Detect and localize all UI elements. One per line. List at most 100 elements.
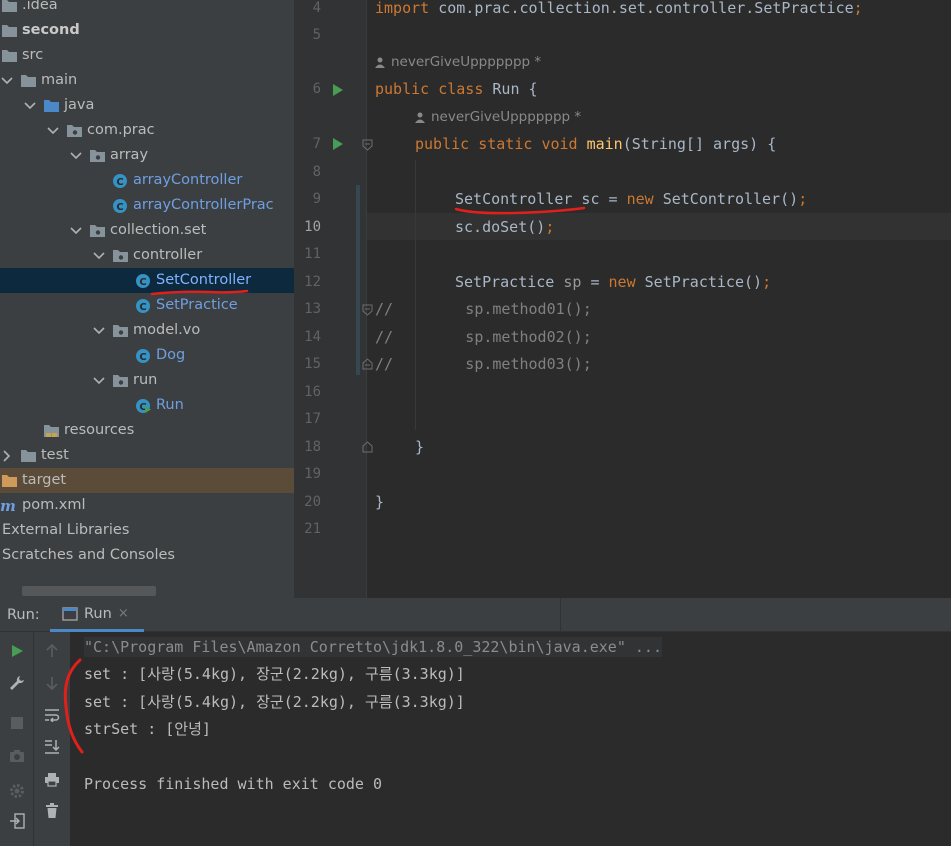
code-editor[interactable]: 4 5 6 7 8 9 10 11 12 13 14 15 16 17 18 19 20 21 import co… [294,0,951,598]
line-number[interactable]: 15 [294,354,321,374]
code-line-14[interactable]: // sp.method02(); [375,327,592,347]
gear-button[interactable] [6,780,28,802]
indent-guide [415,160,416,430]
run-class-icon[interactable] [332,83,344,97]
console-line[interactable]: set : [사랑(5.4kg), 장군(2.2kg), 구름(3.3kg)] [84,692,465,712]
tree-item-dog[interactable]: C Dog [0,343,294,368]
console-line[interactable]: Process finished with exit code 0 [84,774,382,794]
tree-item-collection-set[interactable]: collection.set [0,218,294,243]
author-hint[interactable]: neverGiveUppppppp * [375,53,541,71]
tree-item-label: External Libraries [2,522,130,538]
svg-text:C: C [116,202,123,213]
chevron-down-icon[interactable] [0,74,14,88]
author-hint[interactable]: neverGiveUppppppp * [415,108,581,126]
tree-item-main[interactable]: main [0,68,294,93]
line-number[interactable]: 12 [294,272,321,292]
line-number[interactable]: 13 [294,299,321,319]
tree-item-arraycontrollerprac[interactable]: CarrayControllerPrac [0,193,294,218]
fold-icon[interactable] [362,358,373,370]
line-number[interactable]: 4 [294,0,321,18]
tab-run[interactable]: Run × [50,598,144,632]
tree-item--idea[interactable]: .idea [0,0,294,18]
code-line-6[interactable]: public class Run { [375,79,538,99]
chevron-down-icon[interactable] [92,324,106,338]
tree-item-run[interactable]: run [0,368,294,393]
project-tree[interactable]: .idea second src main java com.prac array Carra… [0,0,294,598]
tree-item-java[interactable]: java [0,93,294,118]
close-icon[interactable]: × [118,606,129,621]
tree-item-test[interactable]: test [0,443,294,468]
line-number[interactable]: 10 [294,217,321,237]
stop-button[interactable] [6,712,28,734]
chevron-down-icon[interactable] [69,149,83,163]
line-number[interactable]: 11 [294,244,321,264]
exit-button[interactable] [6,810,28,832]
fold-icon[interactable] [362,441,373,453]
folder-icon [0,48,18,64]
tree-item-label: com.prac [87,122,155,138]
tree-item-label: main [41,72,78,88]
console-line[interactable]: set : [사랑(5.4kg), 장군(2.2kg), 구름(3.3kg)] [84,664,465,684]
chevron-down-icon[interactable] [69,224,83,238]
print-button[interactable] [41,768,63,790]
settings-button[interactable] [6,672,28,694]
line-number[interactable]: 5 [294,25,321,45]
exit-icon [10,813,25,829]
dump-threads-button[interactable] [6,745,28,767]
rerun-button[interactable] [6,640,28,662]
clear-all-button[interactable] [41,800,63,822]
chevron-down-icon[interactable] [46,124,60,138]
tree-item-pom-xml[interactable]: m pom.xml [0,493,294,518]
line-number[interactable]: 9 [294,189,321,209]
tree-item-array[interactable]: array [0,143,294,168]
line-number[interactable]: 18 [294,437,321,457]
chevron-down-icon[interactable] [92,374,106,388]
line-number[interactable]: 14 [294,327,321,347]
svg-text:C: C [116,177,123,188]
tree-item-com-prac[interactable]: com.prac [0,118,294,143]
tree-item-run[interactable]: C Run [0,393,294,418]
code-line-20[interactable]: } [375,492,384,512]
tree-item-resources[interactable]: resources [0,418,294,443]
line-number[interactable]: 6 [294,79,321,99]
console-line[interactable]: strSet : [안녕] [84,719,211,739]
line-number[interactable]: 20 [294,492,321,512]
code-line-13[interactable]: // sp.method01(); [375,299,592,319]
chevron-right-icon[interactable] [0,449,14,463]
vcs-change-marker[interactable] [356,185,360,375]
code-line-18[interactable]: } [415,437,424,457]
tree-item-external-libraries[interactable]: External Libraries [0,518,294,543]
code-line-7[interactable]: public static void main(String[] args) { [415,134,776,154]
code-line-12[interactable]: SetPractice sp = new SetPractice(); [455,272,771,292]
tree-scrollbar[interactable] [22,586,156,596]
line-number[interactable]: 16 [294,382,321,402]
line-number[interactable]: 7 [294,134,321,154]
code-line-15[interactable]: // sp.method03(); [375,354,592,374]
code-line-4[interactable]: import com.prac.collection.set.controlle… [375,0,863,18]
tree-item-label: arrayControllerPrac [133,197,274,213]
fold-icon[interactable] [362,139,373,151]
java-class-icon: C [134,273,152,289]
tree-item-scratches-and-consoles[interactable]: Scratches and Consoles [0,543,294,568]
tree-item-controller[interactable]: controller [0,243,294,268]
chevron-down-icon[interactable] [23,99,37,113]
tree-item-src[interactable]: src [0,43,294,68]
console-output[interactable]: "C:\Program Files\Amazon Corretto\jdk1.8… [70,632,951,846]
tree-item-second[interactable]: second [0,18,294,43]
tree-item-target[interactable]: target [0,468,294,493]
line-number[interactable]: 19 [294,464,321,484]
code-line-10[interactable]: sc.doSet(); [455,217,554,237]
tree-item-arraycontroller[interactable]: CarrayController [0,168,294,193]
console-command-line[interactable]: "C:\Program Files\Amazon Corretto\jdk1.8… [84,637,662,657]
line-number[interactable]: 8 [294,162,321,182]
tree-item-model-vo[interactable]: model.vo [0,318,294,343]
line-number[interactable]: 17 [294,409,321,429]
java-class-icon: C [111,198,129,214]
chevron-down-icon[interactable] [92,249,106,263]
fold-icon[interactable] [362,304,373,316]
run-main-icon[interactable] [332,137,344,151]
tree-item-label: second [22,22,80,38]
line-number[interactable]: 21 [294,519,321,539]
